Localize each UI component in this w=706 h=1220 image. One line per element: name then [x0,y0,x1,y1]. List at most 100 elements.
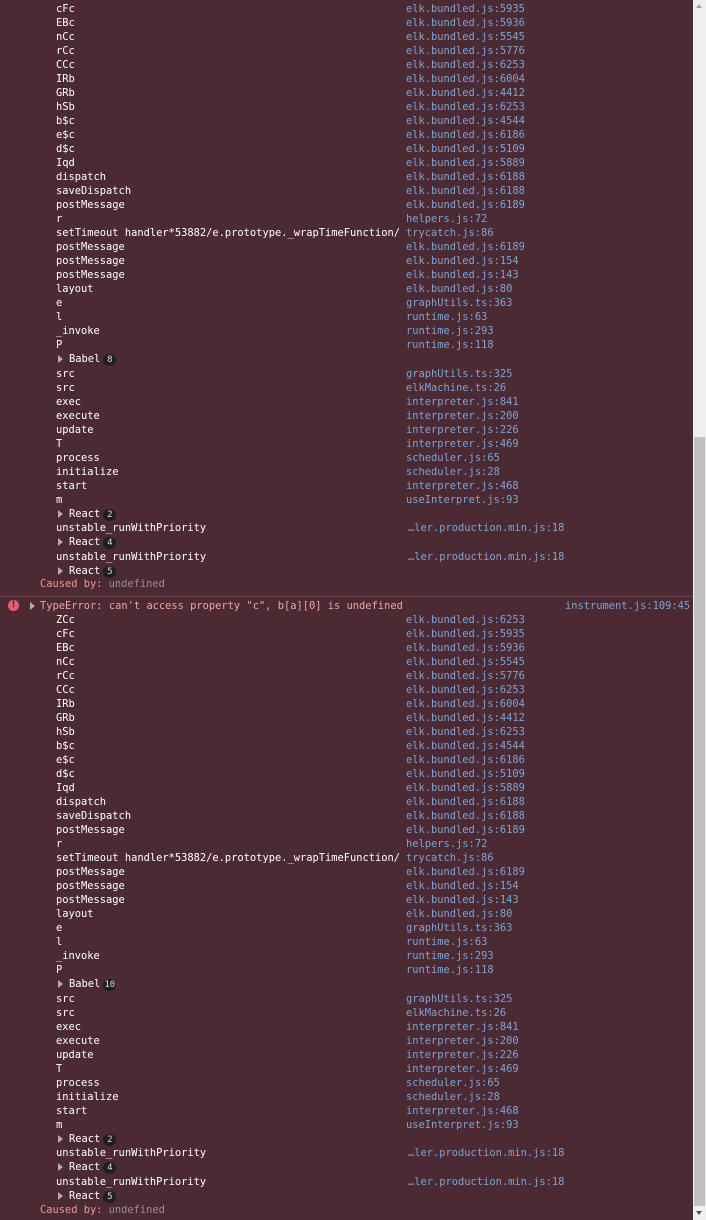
source-location-link[interactable]: graphUtils.ts:325 [406,367,512,381]
source-location-link[interactable]: elk.bundled.js:5889 [406,781,525,795]
source-location-link[interactable]: elk.bundled.js:4412 [406,86,525,100]
scroll-up-arrow-icon[interactable] [696,4,702,8]
error-message-row[interactable]: ! TypeError: can't access property "c", … [0,599,693,613]
source-location-link[interactable]: interpreter.js:468 [406,479,519,493]
source-location-link[interactable]: elk.bundled.js:154 [406,879,519,893]
source-location-link[interactable]: elk.bundled.js:6253 [406,683,525,697]
source-location-link[interactable]: elk.bundled.js:4544 [406,739,525,753]
frame-group-react[interactable]: React 4 [0,535,693,550]
source-location-link[interactable]: elk.bundled.js:4412 [406,711,525,725]
frame-group-babel[interactable]: Babel 8 [0,352,693,367]
source-location-link[interactable]: scheduler.js:65 [406,1076,500,1090]
source-location-link[interactable]: helpers.js:72 [406,837,487,851]
source-location-link[interactable]: scheduler.js:28 [406,465,500,479]
source-location-link[interactable]: elk.bundled.js:5545 [406,655,525,669]
source-location-link[interactable]: elkMachine.ts:26 [406,381,506,395]
source-location-link[interactable]: elk.bundled.js:6188 [406,809,525,823]
source-location-link[interactable]: graphUtils.ts:363 [406,921,512,935]
source-location-link[interactable]: interpreter.js:469 [406,1062,519,1076]
source-location-link[interactable]: runtime.js:63 [406,935,487,949]
expand-triangle-icon[interactable] [58,1163,63,1171]
source-location-link[interactable]: elk.bundled.js:5545 [406,30,525,44]
source-location-link[interactable]: trycatch.js:86 [406,226,494,240]
source-location-link[interactable]: …ler.production.min.js:18 [408,1146,564,1160]
expand-triangle-icon[interactable] [58,566,63,575]
source-location-link[interactable]: elk.bundled.js:6253 [406,725,525,739]
source-location-link[interactable]: trycatch.js:86 [406,851,494,865]
source-location-link[interactable]: interpreter.js:469 [406,437,519,451]
source-location-link[interactable]: elk.bundled.js:80 [406,282,512,296]
source-location-link[interactable]: elk.bundled.js:6188 [406,795,525,809]
source-location-link[interactable]: elk.bundled.js:6186 [406,128,525,142]
source-location-link[interactable]: elk.bundled.js:154 [406,254,519,268]
source-location-link[interactable]: elk.bundled.js:143 [406,268,519,282]
source-location-link[interactable]: runtime.js:293 [406,949,494,963]
source-location-link[interactable]: scheduler.js:28 [406,1090,500,1104]
source-location-link[interactable]: elk.bundled.js:6004 [406,697,525,711]
frame-group-babel[interactable]: Babel 10 [0,977,693,992]
frame-group-react[interactable]: React 5 [0,1189,693,1204]
error-source-link[interactable]: instrument.js:109:45 [565,599,690,613]
source-location-link[interactable]: elk.bundled.js:5935 [406,2,525,16]
source-location-link[interactable]: …ler.production.min.js:18 [408,521,564,535]
expand-triangle-icon[interactable] [30,602,35,610]
source-location-link[interactable]: runtime.js:118 [406,963,494,977]
source-location-link[interactable]: runtime.js:293 [406,324,494,338]
source-location-link[interactable]: elk.bundled.js:6188 [406,170,525,184]
source-location-link[interactable]: elk.bundled.js:5936 [406,641,525,655]
stack-frame-row: execute interpreter.js:200 [0,1034,693,1048]
source-location-link[interactable]: elk.bundled.js:6189 [406,823,525,837]
source-location-link[interactable]: elk.bundled.js:6004 [406,72,525,86]
scroll-down-arrow-icon[interactable] [696,1211,702,1215]
source-location-link[interactable]: runtime.js:63 [406,310,487,324]
source-location-link[interactable]: elk.bundled.js:5109 [406,767,525,781]
source-location-link[interactable]: elk.bundled.js:143 [406,893,519,907]
source-location-link[interactable]: elk.bundled.js:5776 [406,669,525,683]
source-location-link[interactable]: elk.bundled.js:6253 [406,613,525,627]
source-location-link[interactable]: elk.bundled.js:5935 [406,627,525,641]
source-location-link[interactable]: interpreter.js:468 [406,1104,519,1118]
expand-triangle-icon[interactable] [58,509,63,518]
vertical-scrollbar[interactable] [693,0,706,1220]
source-location-link[interactable]: elk.bundled.js:5936 [406,16,525,30]
source-location-link[interactable]: scheduler.js:65 [406,451,500,465]
scrollbar-thumb[interactable] [694,437,705,1206]
source-location-link[interactable]: interpreter.js:226 [406,1048,519,1062]
source-location-link[interactable]: elk.bundled.js:5889 [406,156,525,170]
source-location-link[interactable]: interpreter.js:841 [406,395,519,409]
frame-group-react[interactable]: React 4 [0,1160,693,1175]
source-location-link[interactable]: interpreter.js:200 [406,1034,519,1048]
expand-triangle-icon[interactable] [58,980,63,988]
frame-group-react[interactable]: React 5 [0,564,693,579]
source-location-link[interactable]: elk.bundled.js:5109 [406,142,525,156]
expand-triangle-icon[interactable] [58,538,63,546]
source-location-link[interactable]: useInterpret.js:93 [406,1118,519,1132]
source-location-link[interactable]: elk.bundled.js:5776 [406,44,525,58]
source-location-link[interactable]: elk.bundled.js:6188 [406,184,525,198]
source-location-link[interactable]: elk.bundled.js:80 [406,907,512,921]
source-location-link[interactable]: …ler.production.min.js:18 [408,1175,564,1189]
source-location-link[interactable]: elk.bundled.js:4544 [406,114,525,128]
source-location-link[interactable]: elk.bundled.js:6189 [406,240,525,254]
source-location-link[interactable]: …ler.production.min.js:18 [408,550,564,564]
frame-group-react[interactable]: React 2 [0,1132,693,1147]
expand-triangle-icon[interactable] [58,355,63,363]
source-location-link[interactable]: elk.bundled.js:6253 [406,100,525,114]
source-location-link[interactable]: useInterpret.js:93 [406,493,519,507]
source-location-link[interactable]: elk.bundled.js:6186 [406,753,525,767]
source-location-link[interactable]: elk.bundled.js:6253 [406,58,525,72]
source-location-link[interactable]: graphUtils.ts:325 [406,992,512,1006]
expand-triangle-icon[interactable] [58,1134,63,1143]
source-location-link[interactable]: runtime.js:118 [406,338,494,352]
stack-frame-row: Pruntime.js:118 [0,963,693,977]
source-location-link[interactable]: interpreter.js:841 [406,1020,519,1034]
source-location-link[interactable]: elk.bundled.js:6189 [406,865,525,879]
source-location-link[interactable]: helpers.js:72 [406,212,487,226]
source-location-link[interactable]: interpreter.js:200 [406,409,519,423]
source-location-link[interactable]: elk.bundled.js:6189 [406,198,525,212]
source-location-link[interactable]: elkMachine.ts:26 [406,1006,506,1020]
frame-group-react[interactable]: React 2 [0,507,693,522]
expand-triangle-icon[interactable] [58,1191,63,1200]
source-location-link[interactable]: graphUtils.ts:363 [406,296,512,310]
source-location-link[interactable]: interpreter.js:226 [406,423,519,437]
